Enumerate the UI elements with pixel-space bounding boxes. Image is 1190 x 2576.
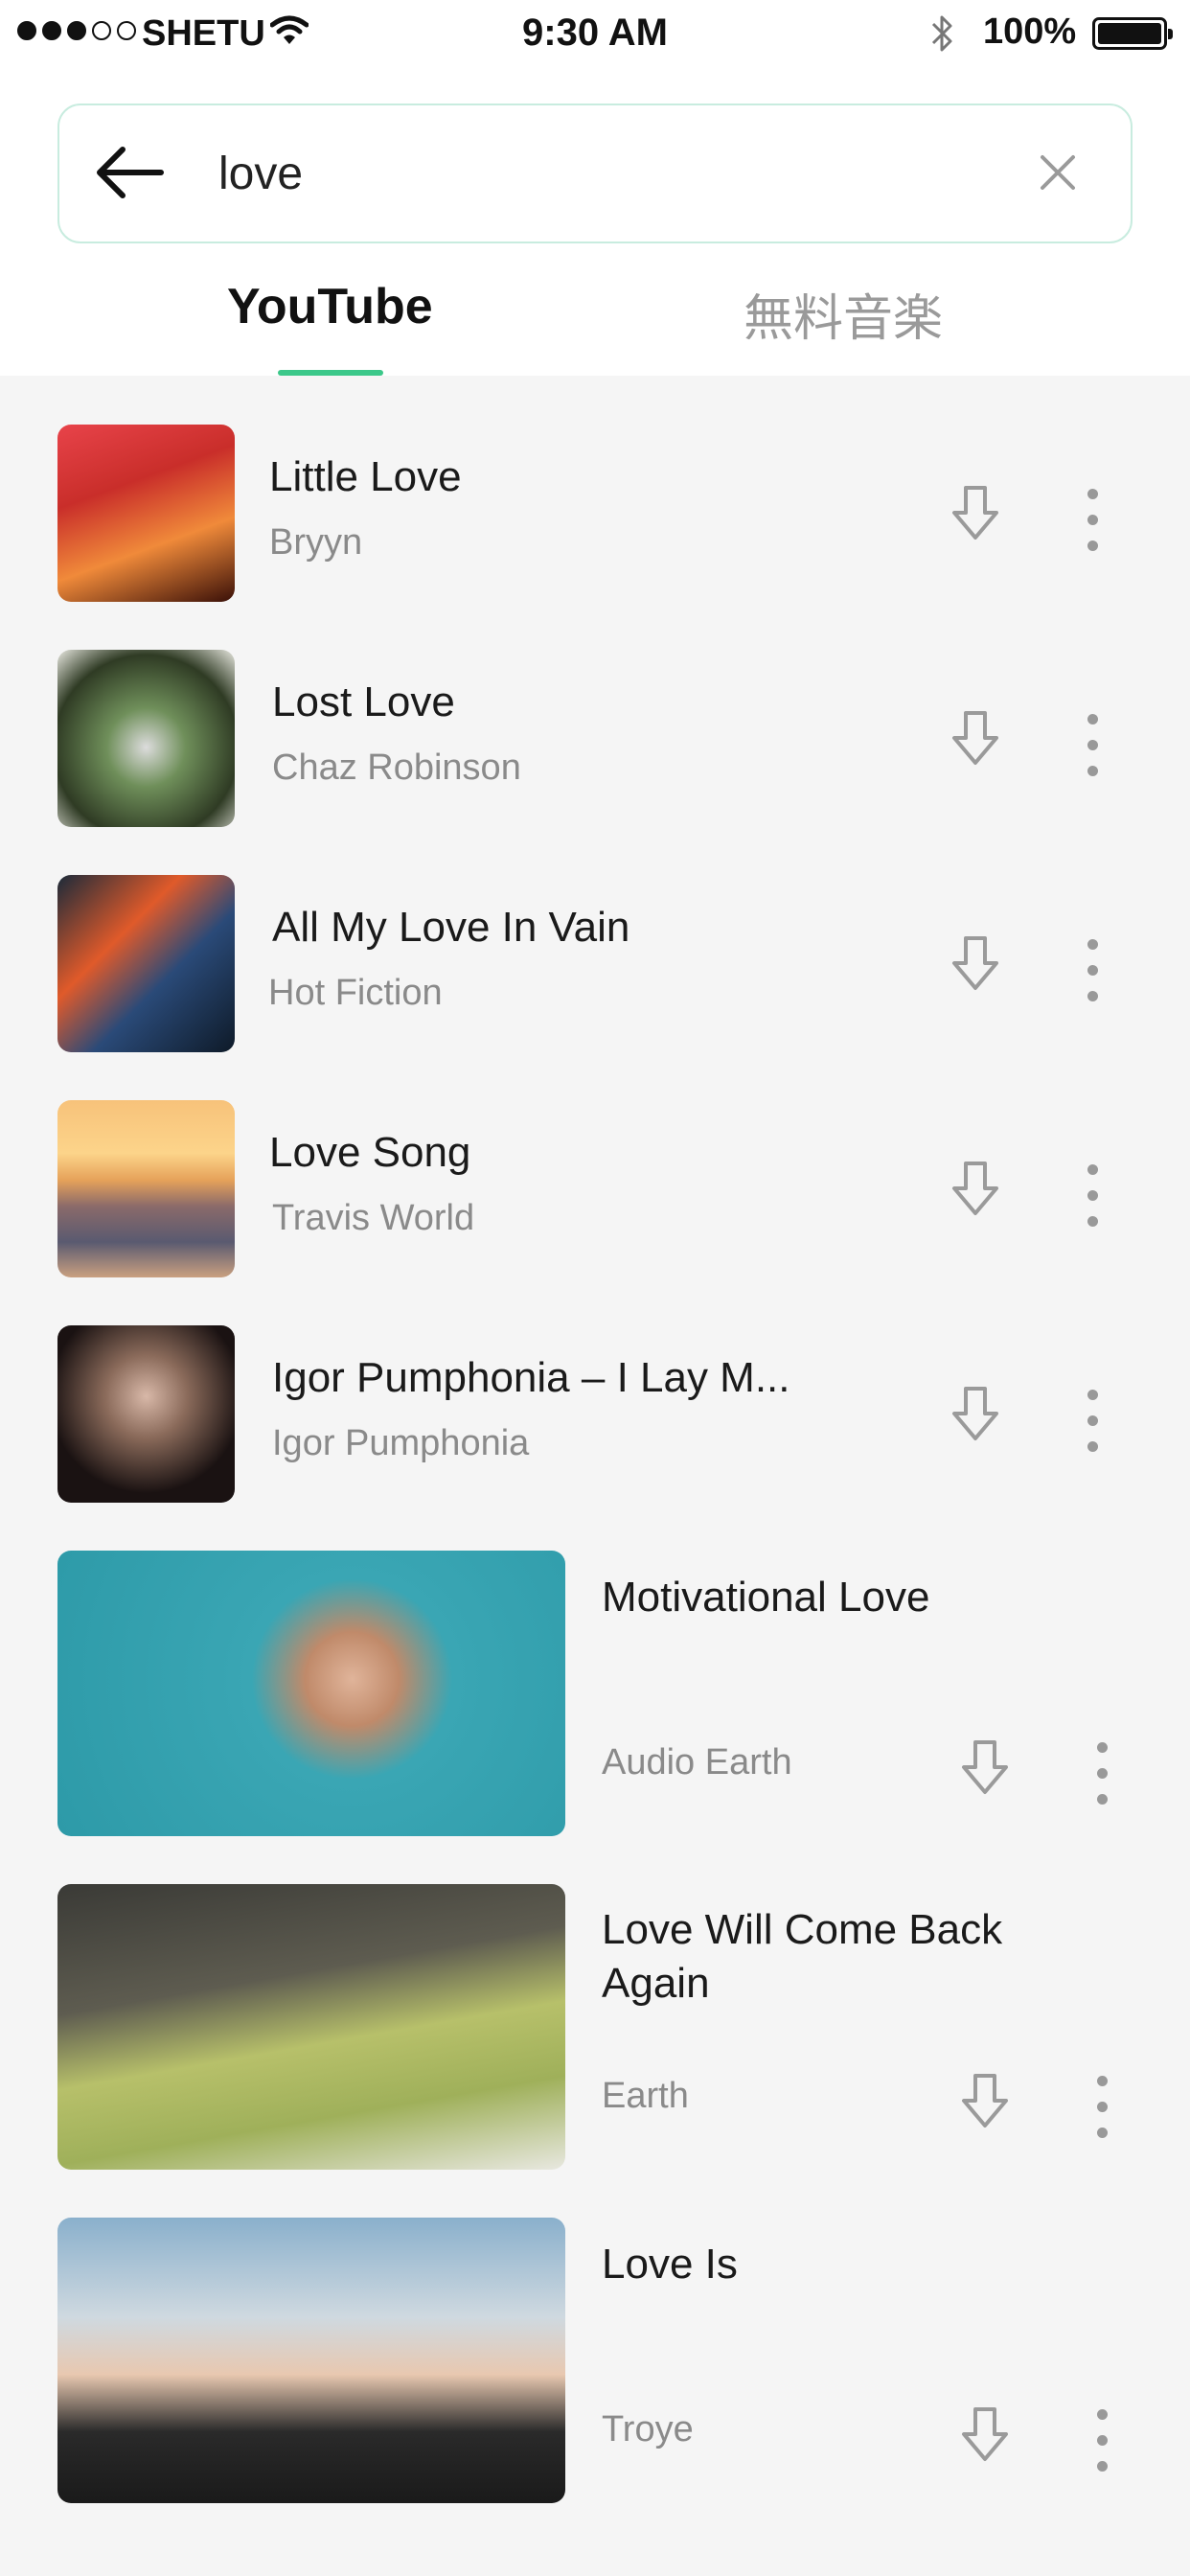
- list-item[interactable]: Igor Pumphonia – I Lay M... Igor Pumphon…: [0, 1325, 1190, 1503]
- active-tab-indicator: [278, 370, 383, 376]
- bluetooth-icon: [931, 15, 952, 52]
- track-title: Love Will Come Back Again: [602, 1906, 1003, 2007]
- arrow-left-icon[interactable]: [94, 142, 165, 203]
- download-arrow-icon[interactable]: [949, 484, 1002, 543]
- list-item[interactable]: All My Love In Vain Hot Fiction: [0, 875, 1190, 1052]
- track-artist: Audio Earth: [602, 1742, 792, 1782]
- thumbnail-image: [57, 650, 235, 827]
- tab-youtube[interactable]: YouTube: [227, 278, 433, 335]
- track-artist: Chaz Robinson: [272, 748, 521, 788]
- list-item[interactable]: Love Song Travis World: [0, 1100, 1190, 1277]
- battery-percentage: 100%: [983, 12, 1077, 52]
- more-vertical-icon[interactable]: [1097, 2409, 1109, 2472]
- download-arrow-icon[interactable]: [949, 1385, 1002, 1444]
- more-vertical-icon[interactable]: [1087, 939, 1099, 1001]
- more-vertical-icon[interactable]: [1087, 489, 1099, 551]
- search-input[interactable]: love: [218, 148, 303, 200]
- more-vertical-icon[interactable]: [1087, 714, 1099, 776]
- thumbnail-image: [57, 1551, 565, 1836]
- track-title: Little Love: [269, 453, 462, 500]
- tab-free-music[interactable]: 無料音楽: [744, 278, 943, 350]
- download-arrow-icon[interactable]: [958, 2072, 1012, 2131]
- thumbnail-image: [57, 875, 235, 1052]
- track-artist: Hot Fiction: [268, 973, 443, 1013]
- track-title: Igor Pumphonia – I Lay M...: [272, 1354, 790, 1401]
- download-arrow-icon[interactable]: [958, 1738, 1012, 1798]
- more-vertical-icon[interactable]: [1097, 1742, 1109, 1805]
- list-item[interactable]: Lost Love Chaz Robinson: [0, 650, 1190, 827]
- track-artist: Bryyn: [269, 522, 363, 563]
- track-title: Love Song: [269, 1129, 471, 1176]
- more-vertical-icon[interactable]: [1087, 1390, 1099, 1452]
- list-item[interactable]: Love Is Troye: [0, 2218, 1190, 2503]
- status-bar: SHETU 9:30 AM 100%: [0, 0, 1190, 69]
- battery-icon: [1092, 17, 1173, 50]
- header-area: SHETU 9:30 AM 100% love YouTube 無料音楽: [0, 0, 1190, 376]
- search-bar[interactable]: love: [57, 104, 1133, 243]
- thumbnail-image: [57, 1884, 565, 2170]
- thumbnail-image: [57, 1100, 235, 1277]
- track-artist: Igor Pumphonia: [272, 1423, 530, 1463]
- track-title: Love Is: [602, 2241, 738, 2288]
- track-artist: Troye: [602, 2409, 694, 2450]
- track-title: Motivational Love: [602, 1574, 930, 1621]
- list-item[interactable]: Motivational Love Audio Earth: [0, 1551, 1190, 1836]
- track-title: Lost Love: [272, 678, 455, 725]
- thumbnail-image: [57, 2218, 565, 2503]
- download-arrow-icon[interactable]: [949, 1160, 1002, 1219]
- thumbnail-image: [57, 425, 235, 602]
- list-item[interactable]: Little Love Bryyn: [0, 425, 1190, 602]
- download-arrow-icon[interactable]: [958, 2405, 1012, 2465]
- thumbnail-image: [57, 1325, 235, 1503]
- list-item[interactable]: Love Will Come Back Again Earth: [0, 1884, 1190, 2170]
- more-vertical-icon[interactable]: [1097, 2076, 1109, 2138]
- close-icon[interactable]: [1037, 151, 1079, 194]
- track-title: All My Love In Vain: [272, 904, 630, 951]
- download-arrow-icon[interactable]: [949, 934, 1002, 994]
- track-artist: Earth: [602, 2076, 689, 2116]
- download-arrow-icon[interactable]: [949, 709, 1002, 769]
- track-artist: Travis World: [272, 1198, 475, 1238]
- more-vertical-icon[interactable]: [1087, 1164, 1099, 1227]
